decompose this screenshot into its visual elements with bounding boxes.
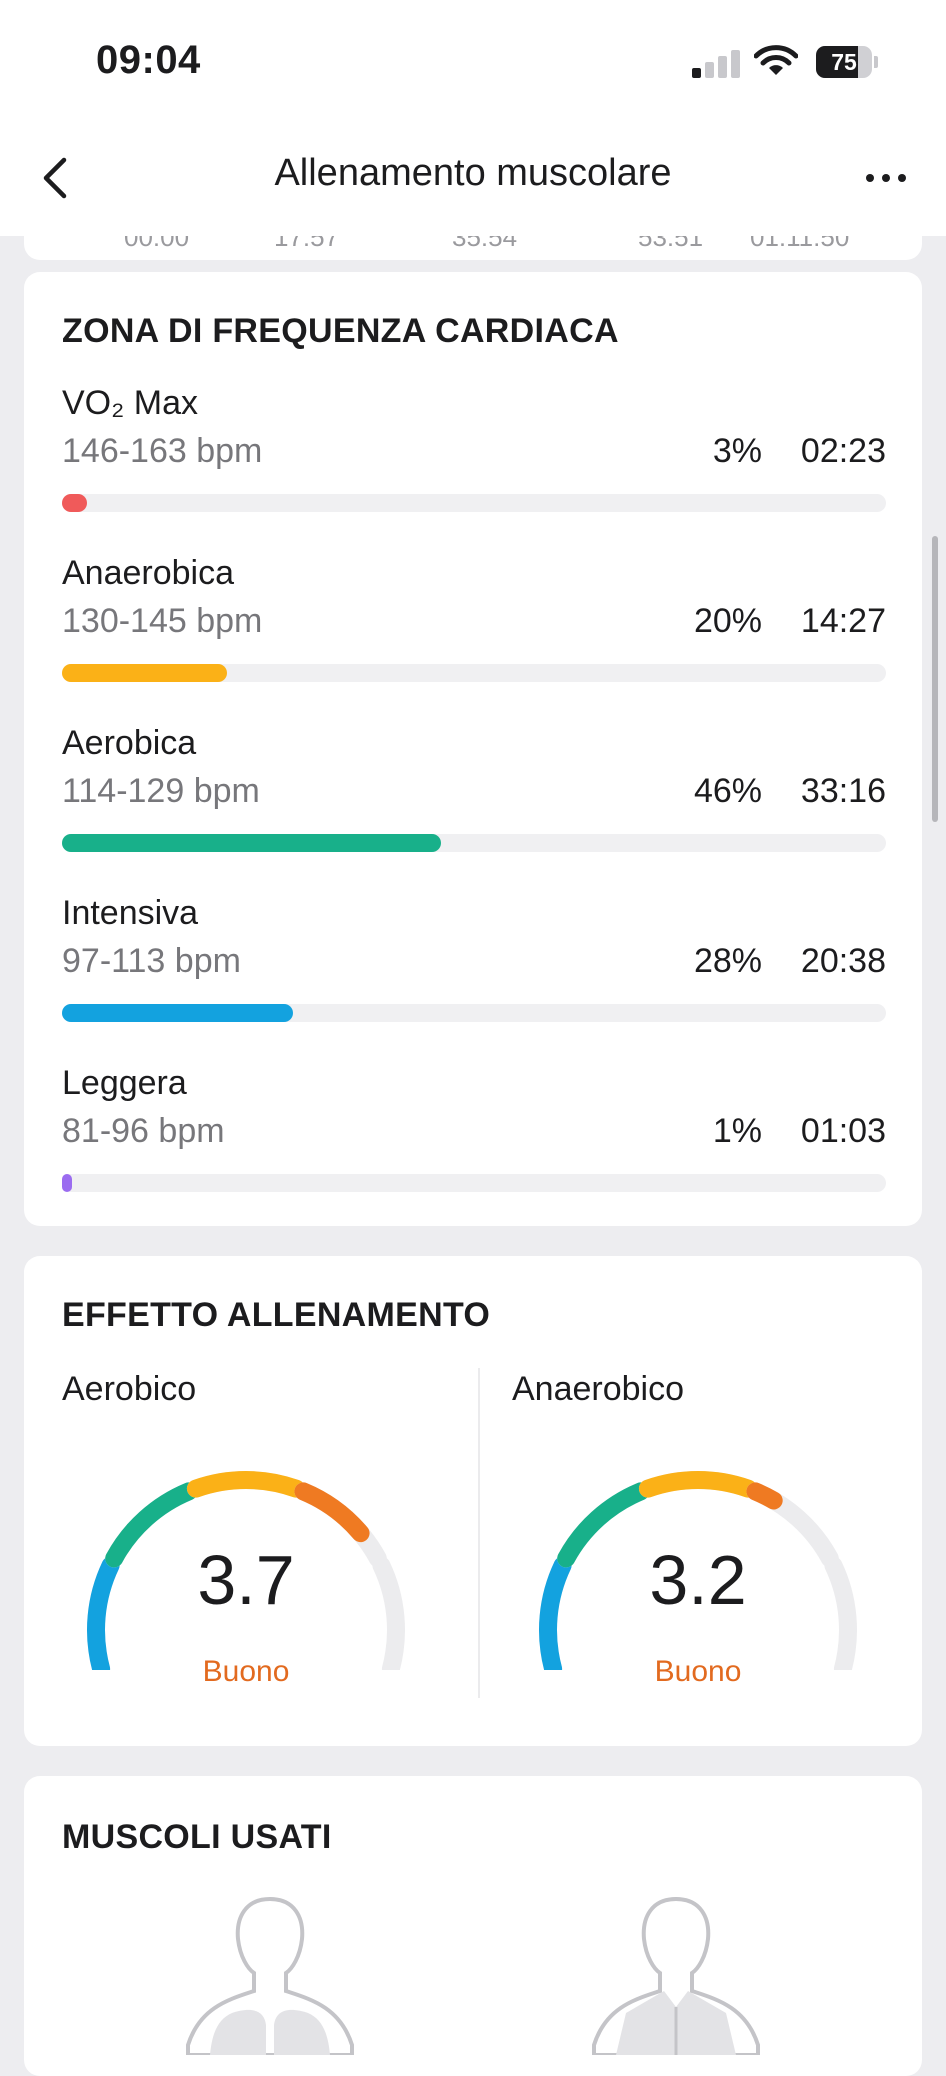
zone-duration: 33:16 xyxy=(800,772,886,810)
body-front-figure xyxy=(186,1896,354,2055)
tick-label: 35:54 xyxy=(452,236,518,252)
zone-range: 146-163 bpm xyxy=(62,432,263,470)
anaerobic-label: Anaerobico xyxy=(512,1370,685,1408)
zone-bar-track xyxy=(62,1004,886,1022)
tick-label: 00:00 xyxy=(124,236,190,252)
zone-bar-track xyxy=(62,664,886,682)
zone-duration: 01:03 xyxy=(800,1112,886,1150)
page-title: Allenamento muscolare xyxy=(274,152,672,194)
gauge-segment xyxy=(638,1471,758,1498)
zone-name: Leggera xyxy=(62,1064,187,1102)
zone-percent: 1% xyxy=(712,1112,762,1150)
muscles-used-title: MUSCOLI USATI xyxy=(62,1818,332,1856)
zone-percent: 20% xyxy=(693,602,762,640)
zone-bar-track xyxy=(62,1174,886,1192)
anaerobic-value: 3.2 xyxy=(649,1541,747,1619)
zone-row-anaerobic: Anaerobica 130-145 bpm 20% 14:27 xyxy=(62,554,886,694)
zone-duration: 14:27 xyxy=(800,602,886,640)
zone-bar-fill xyxy=(62,834,441,852)
zone-range: 81-96 bpm xyxy=(62,1112,225,1150)
training-effect-title: EFFETTO ALLENAMENTO xyxy=(62,1296,491,1334)
heart-rate-zone-card: ZONA DI FREQUENZA CARDIACA VO₂ Max 146-1… xyxy=(24,272,922,1226)
scrollbar[interactable] xyxy=(932,536,938,822)
zone-row-light: Leggera 81-96 bpm 1% 01:03 xyxy=(62,1064,886,1204)
zone-bar-fill xyxy=(62,664,227,682)
zone-bar-fill xyxy=(62,1174,72,1192)
body-back-figure xyxy=(592,1896,760,2055)
gauge-segment xyxy=(186,1471,306,1498)
wifi-icon xyxy=(754,45,798,75)
zone-row-aerobic: Aerobica 114-129 bpm 46% 33:16 xyxy=(62,724,886,864)
zone-range: 114-129 bpm xyxy=(62,772,260,810)
battery-icon: 75 xyxy=(816,46,878,80)
tick-label: 17:57 xyxy=(274,236,340,252)
zone-bar-fill xyxy=(62,494,87,512)
zone-range: 97-113 bpm xyxy=(62,942,241,980)
previous-chart-card: 00:00 17:57 35:54 53:51 01:11:50 xyxy=(24,236,922,260)
status-bar: 09:04 75 xyxy=(0,0,946,120)
more-options-icon[interactable] xyxy=(862,170,910,186)
zone-name: Intensiva xyxy=(62,894,199,932)
status-time: 09:04 xyxy=(96,38,201,82)
zone-duration: 20:38 xyxy=(800,942,886,980)
aerobic-rating: Buono xyxy=(202,1655,290,1688)
aerobic-label: Aerobico xyxy=(62,1370,197,1408)
zone-bar-track xyxy=(62,494,886,512)
aerobic-value: 3.7 xyxy=(197,1541,295,1619)
gauge-segment xyxy=(746,1482,783,1510)
zone-name: Aerobica xyxy=(62,724,197,762)
column-divider xyxy=(478,1368,480,1698)
heart-rate-zone-title: ZONA DI FREQUENZA CARDIACA xyxy=(62,312,619,350)
zone-duration: 02:23 xyxy=(800,432,886,470)
zone-row-vo2max: VO₂ Max 146-163 bpm 3% 02:23 xyxy=(62,384,886,524)
zone-bar-fill xyxy=(62,1004,293,1022)
zone-row-intensive: Intensiva 97-113 bpm 28% 20:38 xyxy=(62,894,886,1034)
battery-level: 75 xyxy=(831,49,857,75)
zone-name: VO₂ Max xyxy=(62,384,198,422)
zone-range: 130-145 bpm xyxy=(62,602,263,640)
zone-bar-track xyxy=(62,834,886,852)
zone-percent: 46% xyxy=(693,772,762,810)
zone-percent: 3% xyxy=(712,432,762,470)
gauge-segment xyxy=(294,1482,370,1543)
zone-name: Anaerobica xyxy=(62,554,235,592)
tick-label: 53:51 xyxy=(638,236,704,252)
nav-bar: Allenamento muscolare xyxy=(0,120,946,236)
tick-label: 01:11:50 xyxy=(750,236,850,252)
cellular-signal-icon xyxy=(692,50,740,78)
anaerobic-rating: Buono xyxy=(654,1655,742,1688)
zone-percent: 28% xyxy=(693,942,762,980)
